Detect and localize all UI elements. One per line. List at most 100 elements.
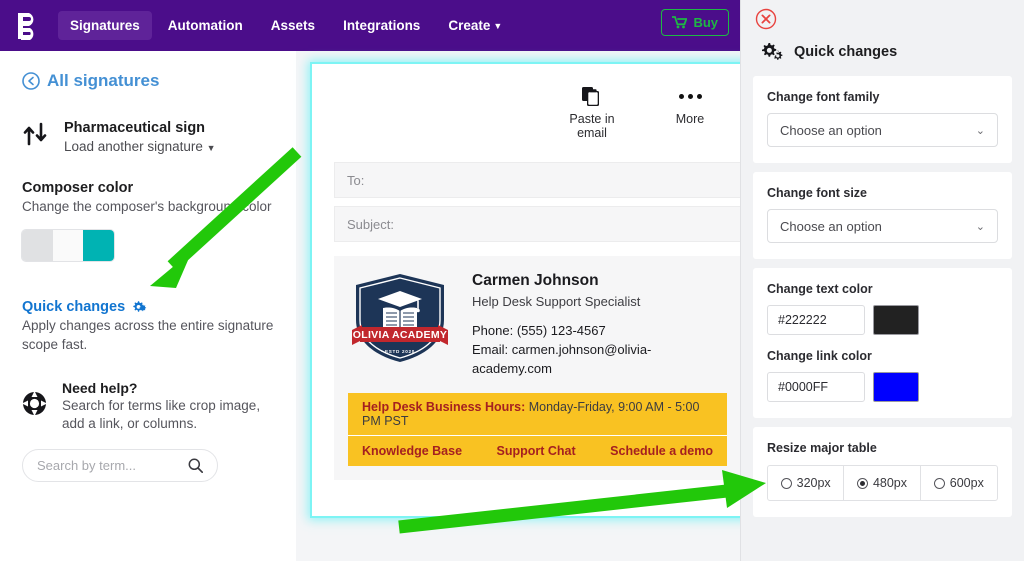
nav-item-signatures[interactable]: Signatures	[58, 11, 152, 40]
svg-text:· ESTD 2020 ·: · ESTD 2020 ·	[381, 349, 419, 354]
radio-icon	[780, 477, 792, 489]
nav-item-integrations[interactable]: Integrations	[331, 11, 432, 40]
academy-shield-logo: OLIVIA ACADEMY · ESTD 2020 ·	[348, 272, 454, 369]
change-font-size-label: Change font size	[767, 186, 868, 200]
resize-radio-group: 320px 480px 600px	[767, 465, 998, 501]
left-sidebar: All signatures Pharmaceutical sign Load …	[0, 51, 296, 561]
to-field-label: To:	[347, 172, 365, 188]
signature-person-name: Carmen Johnson	[472, 272, 599, 289]
font-size-select[interactable]: Choose an option ⌄	[767, 209, 998, 243]
swap-arrows-icon	[22, 119, 52, 151]
gears-icon	[762, 43, 783, 60]
quick-changes-description: Apply changes across the entire signatur…	[22, 318, 274, 352]
banner-link-schedule-demo[interactable]: Schedule a demo	[610, 444, 713, 458]
signature-email: Email: carmen.johnson@olivia-academy.com	[472, 341, 652, 376]
nav-item-label: Integrations	[343, 18, 421, 33]
signature-person-title: Help Desk Support Specialist	[472, 294, 641, 309]
app-root: Signatures Automation Assets Integration…	[0, 0, 1024, 561]
more-dots-icon	[655, 84, 725, 108]
link-color-input[interactable]: #0000FF	[767, 372, 865, 402]
business-hours-label: Help Desk Business Hours:	[362, 399, 526, 414]
change-font-family-label: Change font family	[767, 90, 880, 104]
signature-meta: Pharmaceutical sign Load another signatu…	[64, 119, 216, 154]
paste-in-email-label: Paste in email	[569, 112, 615, 140]
radio-320px[interactable]: 320px	[768, 466, 845, 500]
brand-logo-icon[interactable]	[0, 0, 56, 51]
swatch-white[interactable]	[52, 230, 84, 262]
radio-480px[interactable]: 480px	[844, 466, 921, 500]
radio-480px-label: 480px	[872, 476, 908, 490]
composer-color-swatches[interactable]	[22, 230, 114, 262]
chevron-down-icon: ⌄	[975, 124, 985, 137]
radio-600px[interactable]: 600px	[921, 466, 997, 500]
load-another-label: Load another signature	[64, 139, 203, 155]
current-signature-row: Pharmaceutical sign Load another signatu…	[22, 119, 274, 154]
nav-item-label: Automation	[167, 18, 243, 33]
subject-field-label: Subject:	[347, 216, 394, 232]
swatch-teal[interactable]	[83, 230, 114, 262]
nav-item-label: Assets	[270, 18, 316, 33]
chevron-down-icon: ▼	[206, 143, 216, 154]
lifebuoy-icon	[22, 380, 50, 421]
change-text-color-label: Change text color	[767, 282, 873, 296]
signature-name: Pharmaceutical sign	[64, 120, 206, 136]
cart-icon	[672, 16, 688, 29]
nav-item-label: Create	[448, 18, 491, 33]
font-family-value: Choose an option	[780, 122, 882, 138]
banner-link-support-chat[interactable]: Support Chat	[497, 444, 576, 458]
all-signatures-label: All signatures	[47, 71, 160, 90]
quick-changes-panel: Quick changes Change font family Choose …	[740, 0, 1024, 561]
change-link-color-label: Change link color	[767, 349, 872, 363]
nav-item-create[interactable]: Create ▼	[436, 11, 514, 40]
subject-field[interactable]: Subject:	[334, 206, 741, 242]
composer-color-title: Composer color	[22, 180, 134, 197]
all-signatures-back-link[interactable]: All signatures	[22, 71, 274, 91]
signature-contact: Phone: (555) 123-4567 Email: carmen.john…	[472, 322, 727, 379]
font-family-select[interactable]: Choose an option ⌄	[767, 113, 998, 147]
search-input[interactable]: Search by term...	[22, 449, 218, 483]
need-help-title: Need help?	[62, 379, 138, 396]
banner-link-knowledge-base[interactable]: Knowledge Base	[362, 444, 462, 458]
nav-item-assets[interactable]: Assets	[259, 11, 327, 40]
to-field[interactable]: To:	[334, 162, 741, 198]
text-color-input[interactable]: #222222	[767, 305, 865, 335]
font-size-value: Choose an option	[780, 218, 882, 234]
paste-in-email-button[interactable]: Paste in email	[557, 84, 627, 140]
card-resize-major-table: Resize major table 320px 480px 600px	[753, 427, 1012, 517]
signature-body: OLIVIA ACADEMY · ESTD 2020 · Carmen John…	[348, 272, 727, 379]
load-another-signature-dropdown[interactable]: Load another signature ▼	[64, 139, 216, 154]
buy-button[interactable]: Buy	[661, 9, 729, 36]
gears-icon	[133, 301, 147, 312]
nav-item-automation[interactable]: Automation	[156, 11, 255, 40]
more-button[interactable]: More	[655, 84, 725, 140]
panel-header: Quick changes	[741, 30, 1024, 76]
need-help-description: Search for terms like crop image, add a …	[62, 397, 261, 431]
close-icon[interactable]	[755, 8, 777, 30]
clipboard-icon	[557, 84, 627, 108]
banner-links-row: Knowledge Base Support Chat Schedule a d…	[348, 434, 727, 466]
text-color-row: #222222	[767, 305, 998, 335]
swatch-gray[interactable]	[22, 230, 53, 262]
nav-items: Signatures Automation Assets Integration…	[56, 0, 516, 51]
search-placeholder: Search by term...	[37, 458, 136, 474]
card-change-colors: Change text color #222222 Change link co…	[753, 268, 1012, 418]
need-help-row: Need help? Search for terms like crop im…	[22, 380, 274, 433]
signature-phone: Phone: (555) 123-4567	[472, 323, 606, 338]
radio-600px-label: 600px	[949, 476, 984, 490]
chevron-down-icon: ⌄	[975, 220, 985, 233]
panel-title: Quick changes	[794, 44, 898, 60]
quick-changes-link-label: Quick changes	[22, 299, 126, 316]
need-help-text: Need help? Search for terms like crop im…	[62, 380, 274, 433]
quick-changes-link[interactable]: Quick changes	[22, 299, 274, 315]
link-color-value: #0000FF	[778, 380, 829, 394]
composer-color-description: Change the composer's background color	[22, 199, 272, 215]
radio-icon-selected	[856, 477, 868, 489]
resize-major-table-label: Resize major table	[767, 441, 877, 455]
link-color-swatch[interactable]	[873, 372, 919, 402]
text-color-value: #222222	[778, 313, 827, 327]
arrow-left-circle-icon	[22, 72, 40, 90]
search-icon	[188, 458, 203, 474]
more-label: More	[675, 112, 705, 126]
link-color-row: #0000FF	[767, 372, 998, 402]
text-color-swatch[interactable]	[873, 305, 919, 335]
